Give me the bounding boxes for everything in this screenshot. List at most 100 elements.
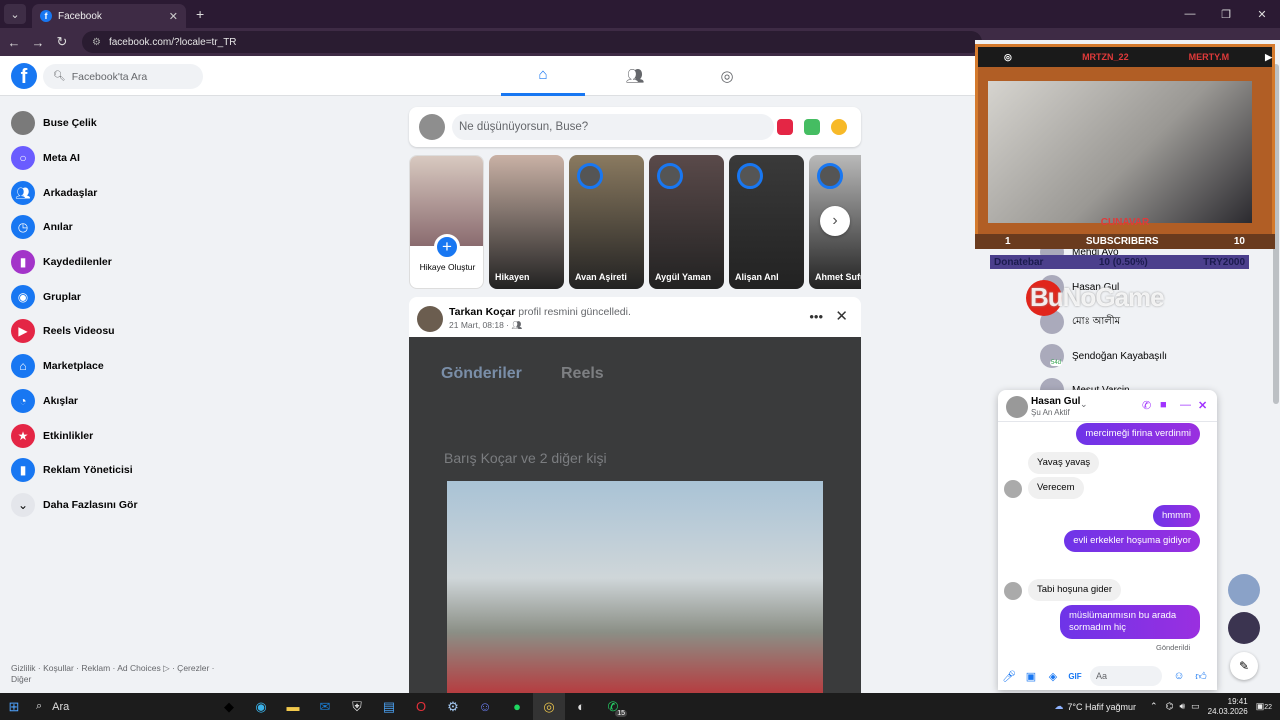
back-button[interactable]: ← — [2, 35, 26, 50]
post-author[interactable]: Tarkan Koçar — [449, 306, 515, 318]
chat-message-input[interactable]: Aa — [1090, 666, 1162, 686]
forward-button[interactable]: → — [26, 35, 50, 50]
reload-button[interactable]: ↻ — [50, 34, 74, 50]
received-message[interactable]: Verecem — [1028, 477, 1084, 499]
story-card[interactable]: Alişan Anl — [729, 155, 804, 289]
received-message[interactable]: Yavaş yavaş — [1028, 452, 1100, 474]
avatar[interactable] — [417, 306, 443, 332]
ads-manager-icon: ▮ — [11, 458, 35, 483]
steam-icon[interactable]: ⚙ — [437, 693, 469, 720]
minimize-window-button[interactable]: — — [1172, 0, 1208, 28]
site-info-icon[interactable]: ⚙ — [92, 37, 101, 48]
groups-tab[interactable]: ◎ — [685, 56, 769, 96]
edge-icon[interactable]: ◉ — [245, 693, 277, 720]
gif-icon[interactable]: GIF — [1064, 672, 1086, 681]
notification-icon[interactable]: ▣22 — [1256, 701, 1272, 712]
contact-name: Şendoğan Kayabaşılı — [1072, 350, 1168, 362]
microphone-icon[interactable]: 🎤︎ — [998, 670, 1020, 683]
composer-input[interactable]: Ne düşünüyorsun, Buse? — [452, 114, 774, 140]
speaker-icon[interactable]: 🔊︎ — [1179, 701, 1185, 712]
chat-contact-name[interactable]: Hasan Gul — [1031, 396, 1080, 407]
chat-head-bubble[interactable] — [1228, 574, 1260, 606]
close-icon[interactable]: ✕ — [1198, 399, 1207, 412]
home-tab[interactable]: ⌂ — [501, 56, 585, 96]
story-card[interactable]: Aygül Yaman — [649, 155, 724, 289]
weather-text[interactable]: 7°C Hafif yağmur — [1067, 702, 1136, 712]
sidebar-item[interactable]: ▮ Kaydedilenler — [0, 245, 300, 280]
sidebar-item[interactable]: ○ Meta AI — [0, 141, 300, 176]
photo-video-icon[interactable] — [804, 119, 820, 135]
sidebar-item[interactable]: Buse Çelik — [0, 106, 300, 141]
sidebar-item[interactable]: ⌂ Marketplace — [0, 349, 300, 384]
friends-tab[interactable]: 👥︎ — [593, 56, 677, 96]
marketplace-icon: ⌂ — [11, 354, 35, 379]
sidebar-item[interactable]: ◔ Akışlar — [0, 384, 300, 419]
contact-item[interactable]: Şendoğan Kayabaşılı 54d — [1040, 344, 1167, 368]
sidebar-item[interactable]: ▶ Reels Videosu — [0, 314, 300, 349]
more-options-icon[interactable]: ••• — [809, 309, 823, 324]
post-image[interactable]: Gönderiler Reels Barış Koçar ve 2 diğer … — [409, 337, 861, 697]
chevron-down-icon[interactable]: ⌄ — [1080, 399, 1088, 410]
chevron-up-icon[interactable]: ⌃ — [1150, 701, 1158, 712]
copilot-icon[interactable]: ◆ — [213, 693, 245, 720]
search-input[interactable]: 🔍︎ Facebook'ta Ara — [43, 64, 203, 89]
security-icon[interactable]: ⛨ — [341, 693, 373, 720]
close-window-button[interactable]: ✕ — [1244, 0, 1280, 28]
outlook-icon[interactable]: ✉ — [309, 693, 341, 720]
obs-icon[interactable]: ◐ — [565, 693, 597, 720]
file-explorer-icon[interactable]: ▬ — [277, 693, 309, 720]
video-call-icon[interactable]: ■ — [1160, 399, 1167, 411]
restore-window-button[interactable]: ❐ — [1208, 0, 1244, 28]
sidebar-item[interactable]: ◉ Gruplar — [0, 279, 300, 314]
sidebar-item[interactable]: ◷ Anılar — [0, 210, 300, 245]
sticker-icon[interactable]: ◈ — [1042, 670, 1064, 683]
whatsapp-icon[interactable]: ✆ 15 — [597, 693, 629, 720]
stories-next-button[interactable]: › — [820, 206, 850, 236]
close-tab-icon[interactable]: ✕ — [169, 10, 178, 23]
store-icon[interactable]: ▤ — [373, 693, 405, 720]
opera-icon[interactable]: O — [405, 693, 437, 720]
sent-message[interactable]: müslümanmısın bu arada sormadım hiç — [1060, 605, 1200, 639]
weather-icon[interactable]: ☁ — [1054, 701, 1063, 712]
story-avatar — [817, 163, 843, 189]
windows-start-icon[interactable]: ⊞ — [0, 693, 28, 720]
live-video-icon[interactable] — [777, 119, 793, 135]
image-icon[interactable]: ▣ — [1020, 670, 1042, 683]
like-icon[interactable]: 👍︎ — [1190, 670, 1212, 683]
new-message-button[interactable]: ✎ — [1230, 652, 1258, 680]
post-date[interactable]: 21 Mart, 08:18 · 👥︎ — [449, 320, 522, 331]
sent-message[interactable]: mercimeği firina verdinmi — [1076, 423, 1200, 445]
url-field[interactable]: ⚙ facebook.com/?locale=tr_TR — [82, 31, 982, 53]
discord-icon[interactable]: ☺ — [469, 693, 501, 720]
avatar[interactable] — [419, 114, 445, 140]
minimize-icon[interactable]: — — [1180, 399, 1191, 411]
received-message[interactable]: Tabi hoşuna gider — [1028, 579, 1121, 601]
browser-tab[interactable]: f Facebook ✕ — [32, 4, 186, 28]
spotify-icon[interactable]: ● — [501, 693, 533, 720]
story-card[interactable]: Hikayen — [489, 155, 564, 289]
clock[interactable]: 19:41 24.03.2026 — [1208, 697, 1248, 717]
story-card[interactable]: Avan Aşireti — [569, 155, 644, 289]
footer-links[interactable]: Gizlilik · Koşullar · Reklam · Ad Choice… — [11, 663, 231, 685]
facebook-logo[interactable]: f — [11, 63, 37, 89]
sent-message[interactable]: hmmm — [1152, 505, 1200, 527]
feeling-icon[interactable] — [831, 119, 847, 135]
chrome-icon[interactable]: ◎ — [533, 693, 565, 720]
taskbar-search[interactable]: ⌕ Ara — [28, 693, 213, 720]
tab-list-button[interactable]: ⌄ — [4, 4, 26, 24]
sidebar-item[interactable]: ⌄ Daha Fazlasını Gör — [0, 488, 300, 523]
network-icon[interactable]: ⌬ — [1166, 701, 1174, 712]
chat-head-bubble[interactable] — [1228, 612, 1260, 644]
sidebar-item[interactable]: ★ Etkinlikler — [0, 418, 300, 453]
avatar[interactable] — [1006, 396, 1028, 418]
chat-header[interactable]: Hasan Gul Şu An Aktif ⌄ ✆ ■ — ✕ — [998, 390, 1217, 422]
sidebar-item[interactable]: 👥︎ Arkadaşlar — [0, 175, 300, 210]
sent-message[interactable]: evli erkekler hoşuma gidiyor — [1064, 530, 1200, 552]
create-story-card[interactable]: + Hikaye Oluştur — [409, 155, 484, 289]
close-icon[interactable]: ✕ — [835, 307, 848, 325]
battery-icon[interactable]: ▭ — [1191, 701, 1200, 712]
phone-icon[interactable]: ✆ — [1142, 399, 1151, 412]
new-tab-button[interactable]: + — [196, 6, 204, 22]
sidebar-item[interactable]: ▮ Reklam Yöneticisi — [0, 453, 300, 488]
emoji-icon[interactable]: ☺ — [1168, 670, 1190, 682]
